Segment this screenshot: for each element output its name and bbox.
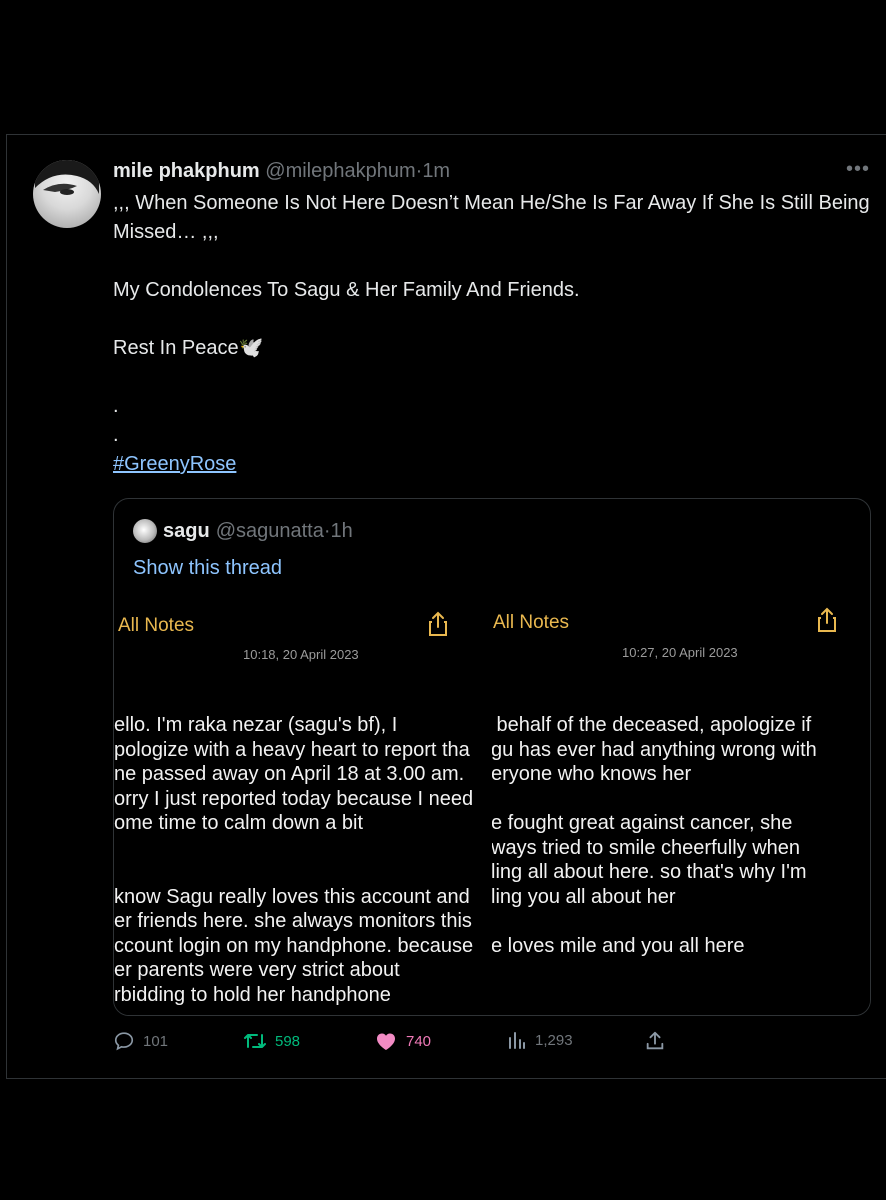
- avatar[interactable]: [33, 160, 101, 228]
- note-date: 10:27, 20 April 2023: [622, 645, 738, 660]
- tweet-actions: 101 598 740 1,293: [113, 1030, 763, 1056]
- quote-header: sagu @sagunatta · 1h: [133, 519, 353, 543]
- retweet-count: 598: [275, 1032, 301, 1050]
- quote-tweet-card[interactable]: sagu @sagunatta · 1h Show this thread All …: [113, 498, 871, 1016]
- retweet-icon: [244, 1034, 266, 1048]
- tweet-time[interactable]: 1m: [422, 160, 450, 182]
- display-name[interactable]: mile phakphum: [113, 160, 260, 182]
- note-screenshot-right: (··All Notes 10:27, 20 April 2023 behalf…: [492, 599, 870, 1015]
- tweet-text: ,,, When Someone Is Not Here Doesn’t Mea…: [113, 189, 878, 479]
- show-thread-link[interactable]: Show this thread: [133, 557, 282, 580]
- quote-avatar[interactable]: [133, 519, 157, 543]
- share-button[interactable]: [644, 1030, 666, 1052]
- all-notes-back: (··All Notes: [492, 612, 569, 634]
- share-icon: [646, 1031, 664, 1050]
- tweet-text-line: Rest In Peace🕊️: [113, 337, 264, 359]
- note-date: 10:18, 20 April 2023: [243, 647, 359, 662]
- views-icon: [509, 1032, 525, 1049]
- view-count: 1,293: [535, 1031, 573, 1049]
- avatar-photo: [35, 160, 99, 195]
- reply-button[interactable]: 101: [113, 1030, 168, 1052]
- quote-display-name[interactable]: sagu: [163, 520, 210, 543]
- note-body: behalf of the deceased, apologize if gu …: [492, 714, 817, 957]
- retweet-button[interactable]: 598: [243, 1030, 300, 1052]
- separator-dot: ·: [323, 519, 331, 542]
- all-notes-label: All Notes: [492, 612, 570, 633]
- quote-time[interactable]: 1h: [331, 520, 353, 543]
- share-icon: [818, 607, 836, 632]
- tweet-header: mile phakphum @milephakphum·1m: [113, 160, 450, 183]
- quote-handle[interactable]: @sagunatta: [216, 520, 324, 543]
- like-button[interactable]: 740: [374, 1030, 431, 1052]
- all-notes-back: All Notes: [118, 615, 195, 636]
- share-icon: [429, 611, 447, 636]
- like-count: 740: [406, 1032, 432, 1050]
- hashtag-link[interactable]: #GreenyRose: [113, 453, 236, 475]
- reply-icon: [114, 1032, 134, 1051]
- tweet-text-line: My Condolences To Sagu & Her Family And …: [113, 279, 580, 301]
- views-button[interactable]: 1,293: [507, 1030, 573, 1050]
- reply-count: 101: [143, 1032, 169, 1050]
- more-horizontal-icon[interactable]: •••: [846, 158, 870, 181]
- user-handle[interactable]: @milephakphum: [265, 160, 415, 182]
- note-body: ello. I'm raka nezar (sagu's bf), I polo…: [114, 714, 474, 1006]
- note-screenshot-left: All Notes 10:18, 20 April 2023 ello. I'm…: [114, 599, 492, 1015]
- tweet-text-line: .: [113, 424, 119, 446]
- tweet-text-line: .: [113, 395, 119, 417]
- notes-screenshot: All Notes 10:18, 20 April 2023 ello. I'm…: [114, 599, 870, 1015]
- tweet-text-line: ,,, When Someone Is Not Here Doesn’t Mea…: [113, 192, 870, 243]
- heart-icon: [377, 1033, 395, 1050]
